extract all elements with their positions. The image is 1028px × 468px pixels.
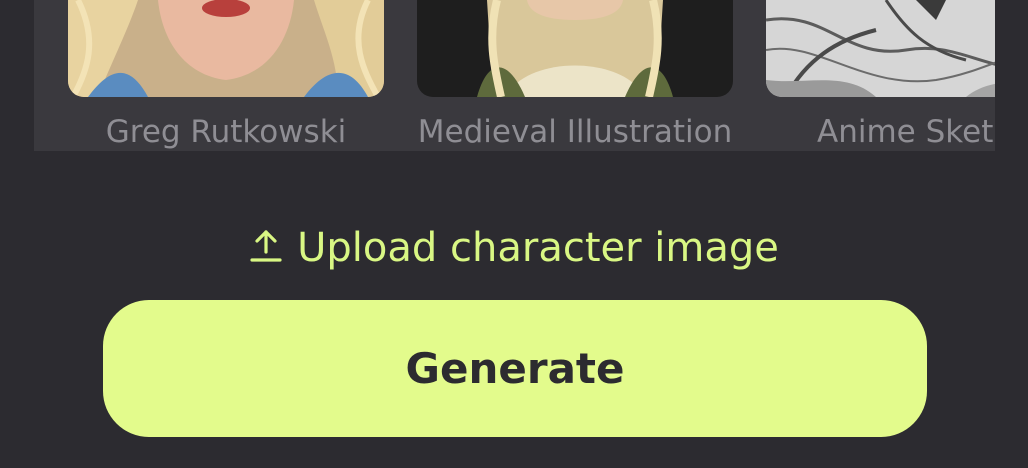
style-thumbnail: [68, 0, 384, 97]
style-label: Anime Sket: [817, 114, 994, 150]
style-label: Medieval Illustration: [417, 114, 733, 150]
style-card-greg-rutkowski[interactable]: Greg Rutkowski: [68, 0, 384, 150]
style-label: Greg Rutkowski: [105, 114, 347, 150]
upload-label: Upload character image: [297, 225, 779, 270]
generate-button[interactable]: Generate: [103, 300, 927, 437]
upload-icon: [249, 226, 283, 266]
upload-character-image-button[interactable]: Upload character image: [0, 222, 1028, 270]
generate-label: Generate: [405, 344, 625, 393]
style-thumbnail: [417, 0, 733, 97]
style-card-medieval-illustration[interactable]: Medieval Illustration: [417, 0, 733, 150]
style-card-anime-sketch[interactable]: Anime Sket: [766, 0, 995, 150]
style-thumbnail: [766, 0, 995, 97]
style-gallery: Greg Rutkowski Medieval Illustration Ani…: [34, 0, 995, 151]
